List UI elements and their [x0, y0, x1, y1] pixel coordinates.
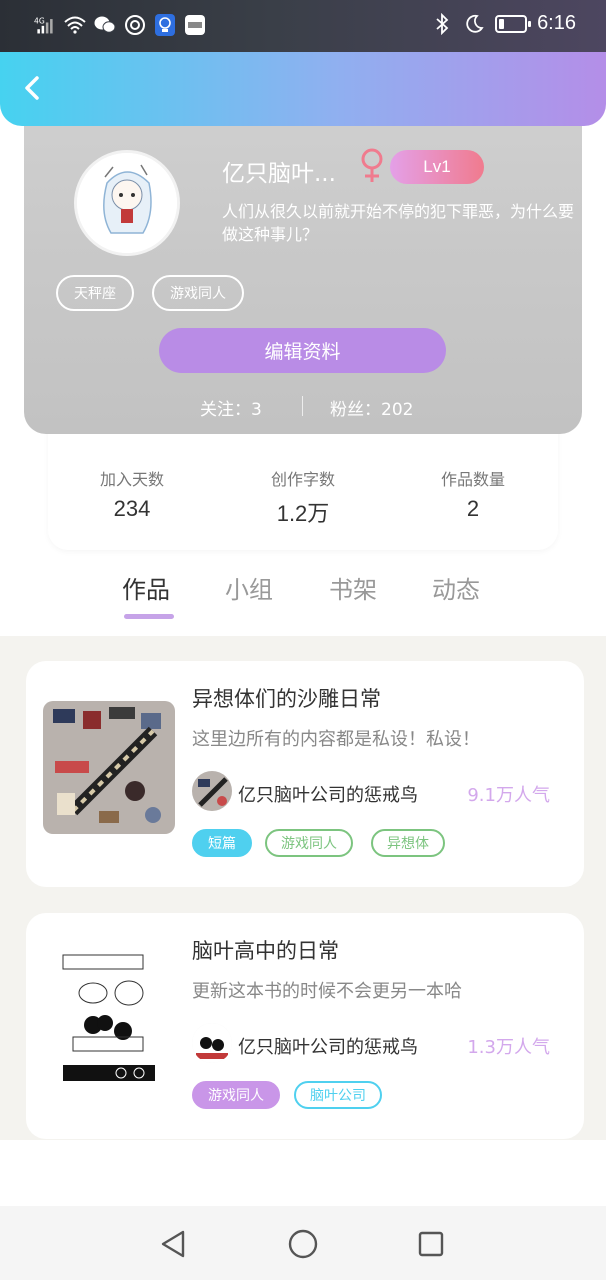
stat-label: 创作字数 [270, 470, 335, 489]
home-circle-icon [288, 1229, 318, 1259]
stat-label: 加入天数 [99, 470, 164, 489]
author-name[interactable]: 亿只脑叶公司的惩戒鸟 [238, 781, 418, 807]
bluetooth-icon [431, 12, 453, 35]
tab-groups[interactable]: 小组 [225, 570, 273, 605]
lightbulb-icon [154, 14, 176, 36]
profile-tag-interest[interactable]: 游戏同人 [152, 275, 244, 311]
author-avatar[interactable] [192, 771, 232, 811]
book-tag[interactable]: 短篇 [192, 829, 252, 857]
moon-icon [463, 13, 485, 35]
tab-activity[interactable]: 动态 [432, 570, 480, 605]
tab-bookshelf[interactable]: 书架 [329, 570, 377, 605]
follow-row: 关注：3 粉丝：202 [24, 392, 582, 422]
clock: 6:16 [537, 12, 576, 34]
book-title[interactable]: 脑叶高中的日常 [192, 935, 339, 965]
book-tag[interactable]: 游戏同人 [192, 1081, 280, 1109]
stat-label: 作品数量 [440, 470, 505, 489]
stat-value: 1.2万 [276, 501, 330, 526]
stat-value: 234 [113, 496, 151, 521]
svg-text:4G: 4G [34, 16, 45, 25]
edit-profile-button[interactable]: 编辑资料 [159, 328, 446, 373]
author-name[interactable]: 亿只脑叶公司的惩戒鸟 [238, 1033, 418, 1059]
book-cover[interactable] [43, 701, 175, 834]
book-card[interactable]: 脑叶高中的日常 更新这本书的时候不会更另一本哈 亿只脑叶公司的惩戒鸟 1.3万人… [26, 913, 584, 1139]
stats-card: 加入天数 234 创作字数 1.2万 作品数量 2 [48, 420, 558, 550]
wechat-icon [94, 14, 116, 36]
level-badge: Lv1 [390, 150, 484, 184]
active-tab-indicator [124, 614, 174, 619]
status-right-icons: 6:16 [431, 12, 576, 35]
follow-divider [302, 396, 303, 416]
avatar[interactable] [74, 150, 180, 256]
book-card[interactable]: 异想体们的沙雕日常 这里边所有的内容都是私设！私设！ 亿只脑叶公司的惩戒鸟 9.… [26, 661, 584, 887]
profile-card: 亿只脑叶... Lv1 人们从很久以前就开始不停的犯下罪恶，为什么要做这种事儿？… [24, 112, 582, 434]
tab-works[interactable]: 作品 [122, 570, 170, 605]
recents-square-icon [418, 1231, 444, 1257]
book-tag[interactable]: 游戏同人 [265, 829, 353, 857]
back-button[interactable] [14, 70, 50, 106]
huawei-icon [184, 14, 206, 36]
book-description: 这里边所有的内容都是私设！私设！ [192, 729, 480, 750]
system-nav-bar [0, 1206, 606, 1280]
stat-word-count: 创作字数 1.2万 [233, 466, 373, 528]
book-cover[interactable] [43, 953, 175, 1086]
status-bar: 4G 6:16 [0, 0, 606, 52]
female-icon [358, 148, 386, 184]
fans-count[interactable]: 粉丝：202 [330, 395, 413, 420]
popularity-count: 9.1万人气 [467, 785, 550, 806]
nav-home-button[interactable] [283, 1224, 323, 1264]
profile-tag-zodiac[interactable]: 天秤座 [56, 275, 134, 311]
tab-bar: 作品 小组 书架 动态 [0, 566, 606, 634]
nav-back-button[interactable] [153, 1224, 193, 1264]
battery-level [499, 18, 505, 29]
book-description: 更新这本书的时候不会更另一本哈 [192, 981, 462, 1002]
radar-icon [124, 14, 146, 36]
back-triangle-icon [161, 1230, 185, 1258]
author-avatar[interactable] [192, 1023, 232, 1063]
chevron-left-icon [25, 76, 39, 100]
book-title[interactable]: 异想体们的沙雕日常 [192, 683, 381, 713]
nav-recents-button[interactable] [411, 1224, 451, 1264]
works-list: 异想体们的沙雕日常 这里边所有的内容都是私设！私设！ 亿只脑叶公司的惩戒鸟 9.… [0, 636, 606, 1140]
book-tag[interactable]: 异想体 [371, 829, 445, 857]
following-count[interactable]: 关注：3 [200, 395, 262, 420]
popularity-count: 1.3万人气 [467, 1037, 550, 1058]
stat-join-days: 加入天数 234 [62, 466, 202, 522]
stat-work-count: 作品数量 2 [403, 466, 543, 522]
signal-icon: 4G [34, 14, 56, 36]
profile-signature: 人们从很久以前就开始不停的犯下罪恶，为什么要做这种事儿？ [222, 202, 575, 244]
stat-value: 2 [466, 496, 480, 521]
battery-icon [495, 14, 532, 33]
username: 亿只脑叶... [222, 161, 336, 187]
status-left-icons: 4G [34, 14, 206, 36]
top-header [0, 52, 606, 126]
book-tag[interactable]: 脑叶公司 [294, 1081, 382, 1109]
wifi-icon [64, 14, 86, 36]
